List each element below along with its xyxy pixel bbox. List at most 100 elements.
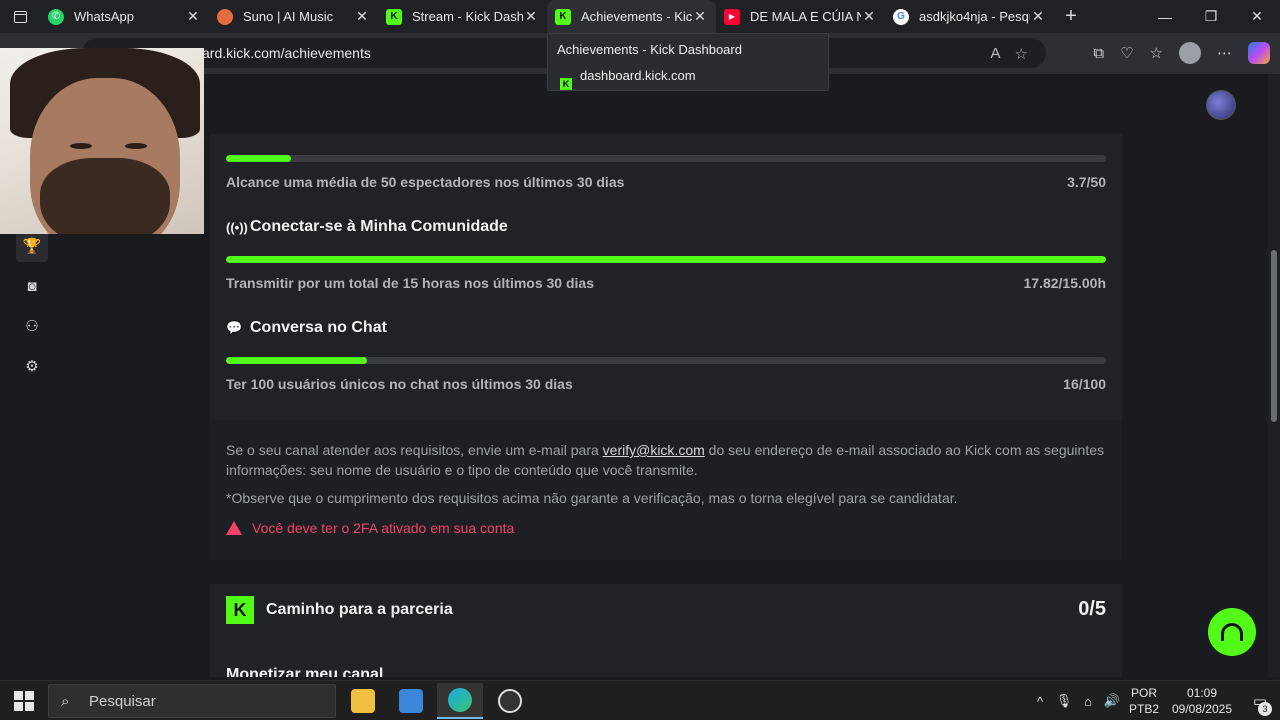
- verification-requirements-card: Alcance uma média de 50 espectadores nos…: [210, 134, 1122, 420]
- tab-suno[interactable]: Suno | AI Music ✕: [209, 0, 378, 33]
- clock[interactable]: 01:09 09/08/2025: [1164, 685, 1240, 717]
- trophy-icon[interactable]: 🏆: [16, 230, 48, 262]
- headset-icon: [1221, 623, 1243, 641]
- tab-title: Suno | AI Music: [243, 9, 334, 24]
- warning-text: Você deve ter o 2FA ativado em sua conta: [252, 520, 515, 536]
- edge-browser-icon[interactable]: [437, 683, 483, 719]
- language-code: POR: [1130, 686, 1157, 700]
- help-chat-button[interactable]: [1208, 608, 1256, 656]
- chat-requirement-value: 16/100: [1063, 376, 1106, 392]
- browser-essentials-icon[interactable]: ♡: [1120, 44, 1133, 62]
- close-tab-icon[interactable]: ✕: [692, 8, 708, 25]
- community-requirement-value: 17.82/15.00h: [1023, 275, 1106, 291]
- chat-progress-bar: [226, 357, 1106, 364]
- network-icon[interactable]: ⌂: [1076, 694, 1100, 709]
- microsoft-store-icon[interactable]: [388, 683, 434, 719]
- tab-title: Achievements - Kick: [581, 9, 692, 24]
- notifications-icon[interactable]: ▭ 3: [1240, 692, 1280, 716]
- verification-note: *Observe que o cumprimento dos requisito…: [226, 490, 958, 506]
- warning-icon: [226, 521, 242, 535]
- new-tab-icon[interactable]: +: [1054, 0, 1088, 33]
- close-window-icon[interactable]: ✕: [1234, 0, 1280, 33]
- copilot-icon[interactable]: [1248, 42, 1270, 64]
- close-tab-icon[interactable]: ✕: [185, 8, 201, 25]
- file-explorer-icon[interactable]: [340, 683, 386, 719]
- volume-icon[interactable]: 🔊: [1100, 693, 1124, 709]
- search-placeholder: Pesquisar: [89, 692, 156, 710]
- google-icon: G: [893, 8, 909, 25]
- system-tray: ^ 🎙 ⌂ 🔊 POR PTB2 01:09 09/08/2025 ▭ 3: [1028, 681, 1280, 720]
- tab-achievements[interactable]: K Achievements - Kick ✕: [547, 0, 716, 33]
- language-indicator[interactable]: POR PTB2: [1124, 685, 1164, 717]
- tooltip-domain: dashboard.kick.com: [580, 68, 696, 83]
- tab-kick-stream[interactable]: K Stream - Kick Dashb ✕: [378, 0, 547, 33]
- community-title-text: Conectar-se à Minha Comunidade: [250, 218, 508, 235]
- whatsapp-icon: ✆: [48, 8, 64, 25]
- extensions-icon[interactable]: ⧉: [1093, 45, 1104, 62]
- instructions-text: Se o seu canal atender aos requisitos, e…: [226, 442, 603, 458]
- close-tab-icon[interactable]: ✕: [1030, 8, 1046, 25]
- monetize-item-title: Monetizar meu canal: [226, 666, 384, 677]
- tab-actions-icon[interactable]: [0, 0, 40, 33]
- user-avatar[interactable]: [1206, 90, 1236, 120]
- minimize-icon[interactable]: —: [1142, 0, 1188, 33]
- partnership-title: K Caminho para a parceria: [226, 596, 453, 624]
- suno-icon: [217, 8, 233, 25]
- tab-hover-tooltip: Achievements - Kick Dashboard K dashboar…: [547, 33, 829, 91]
- 2fa-warning: Você deve ter o 2FA ativado em sua conta: [226, 520, 514, 536]
- close-tab-icon[interactable]: ✕: [354, 8, 370, 25]
- viewers-requirement-value: 3.7/50: [1067, 174, 1106, 190]
- kick-icon: K: [560, 78, 572, 90]
- partnership-count: 0/5: [1078, 598, 1106, 620]
- page-scrollbar[interactable]: [1268, 74, 1280, 677]
- windows-taskbar: ⌕ Pesquisar ^ 🎙 ⌂ 🔊 POR PTB2 01:09 09/08…: [0, 680, 1280, 720]
- browser-tab-strip: ✆ WhatsApp ✕ Suno | AI Music ✕ K Stream …: [0, 0, 1280, 33]
- notification-count: 3: [1258, 702, 1272, 716]
- verification-instructions: Se o seu canal atender aos requisitos, e…: [226, 440, 1106, 480]
- microphone-icon[interactable]: 🎙: [1052, 693, 1076, 709]
- window-controls: — ❐ ✕: [1142, 0, 1280, 33]
- more-menu-icon[interactable]: ⋯: [1217, 44, 1232, 62]
- youtube-icon: ▶: [724, 8, 740, 25]
- restore-icon[interactable]: ❐: [1188, 0, 1234, 33]
- community-requirement-text: Transmitir por um total de 15 horas nos …: [226, 275, 594, 291]
- toolbar-icons: ⧉ ♡ ☆ ⋯: [1093, 42, 1270, 64]
- address-text: ard.kick.com/achievements: [202, 45, 371, 61]
- tooltip-title: Achievements - Kick Dashboard: [557, 42, 742, 57]
- community-progress-bar: [226, 256, 1106, 263]
- profile-avatar[interactable]: [1179, 42, 1201, 64]
- close-tab-icon[interactable]: ✕: [523, 8, 539, 25]
- taskbar-search[interactable]: ⌕ Pesquisar: [48, 684, 336, 718]
- gear-icon[interactable]: ⚙: [16, 350, 48, 382]
- kick-logo-icon: K: [226, 596, 254, 624]
- partnership-card: K Caminho para a parceria 0/5 Monetizar …: [210, 584, 1122, 677]
- close-tab-icon[interactable]: ✕: [861, 8, 877, 25]
- chat-requirement-text: Ter 100 usuários únicos no chat nos últi…: [226, 376, 573, 392]
- clock-time: 01:09: [1186, 686, 1218, 700]
- broadcast-icon: ((•)): [226, 219, 248, 235]
- tab-title: asdkjko4nja - Pesqui: [919, 9, 1030, 24]
- tab-youtube[interactable]: ▶ DE MALA E CÚIA NA ✕: [716, 0, 885, 33]
- webcam-overlay: [0, 48, 204, 234]
- kick-icon: K: [555, 8, 571, 25]
- verify-email-link[interactable]: verify@kick.com: [603, 442, 705, 458]
- tab-title: Stream - Kick Dashb: [412, 9, 523, 24]
- favorites-icon[interactable]: ☆: [1150, 44, 1163, 62]
- viewers-requirement-text: Alcance uma média de 50 espectadores nos…: [226, 174, 625, 190]
- tab-title: DE MALA E CÚIA NA: [750, 9, 861, 24]
- favorite-star-icon[interactable]: ☆: [1015, 45, 1028, 63]
- tab-google[interactable]: G asdkjko4nja - Pesqui ✕: [885, 0, 1054, 33]
- stream-icon[interactable]: ◙: [16, 270, 48, 302]
- chat-bubble-icon: 💬: [226, 320, 243, 335]
- community-icon[interactable]: ⚇: [16, 310, 48, 342]
- tab-whatsapp[interactable]: ✆ WhatsApp ✕: [40, 0, 209, 33]
- search-icon: ⌕: [61, 693, 70, 710]
- read-aloud-icon[interactable]: A: [991, 45, 1001, 63]
- tab-title: WhatsApp: [74, 9, 134, 24]
- verification-info-card: Se o seu canal atender aos requisitos, e…: [210, 420, 1122, 560]
- viewers-progress-bar: [226, 155, 1106, 162]
- windows-start-icon[interactable]: [14, 691, 34, 711]
- chat-title-text: Conversa no Chat: [250, 319, 387, 336]
- obs-recording-icon[interactable]: [487, 683, 533, 719]
- chevron-up-icon[interactable]: ^: [1028, 694, 1052, 709]
